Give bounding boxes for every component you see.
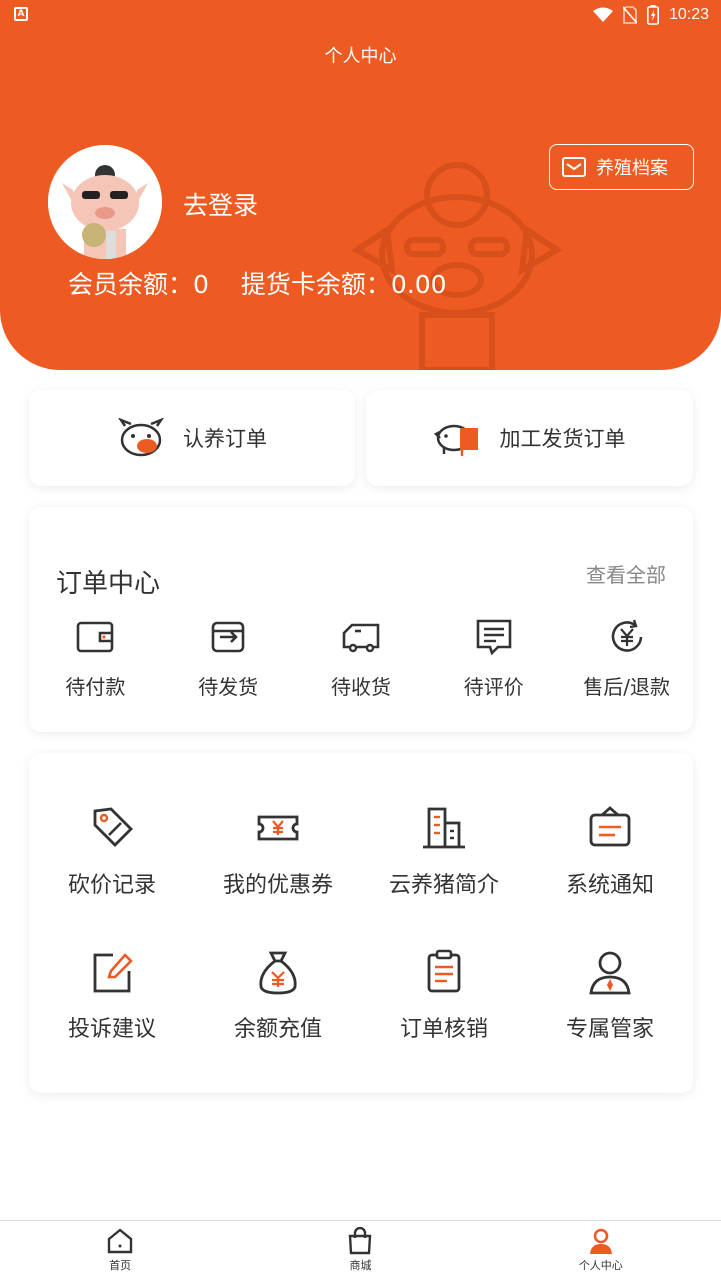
pending-shipment-button[interactable]: 待发货 [162, 615, 295, 700]
user-icon [589, 1228, 612, 1254]
nav-mall[interactable]: 商城 [240, 1221, 480, 1280]
order-status-row: 待付款 待发货 待收货 待评价 售后/退款 [29, 615, 693, 700]
notification-a-icon: A [14, 7, 28, 21]
order-center-title: 订单中心 [56, 569, 161, 599]
complaint-suggestion-label: 投诉建议 [67, 1017, 156, 1042]
my-coupons-label: 我的优惠券 [222, 873, 333, 898]
discount-tag-icon [93, 807, 133, 847]
login-link[interactable]: 去登录 [183, 186, 258, 222]
view-all-orders-link[interactable]: 查看全部 [586, 559, 666, 588]
pending-receipt-label: 待收货 [330, 675, 391, 699]
order-center-card: 订单中心 查看全部 待付款 待发货 待收货 待评价 售后/退款 [29, 507, 693, 732]
refund-yen-icon [611, 619, 642, 652]
clock: 10:23 [668, 6, 709, 23]
processing-shipping-orders-label: 加工发货订单 [499, 427, 626, 451]
profile-header: A 10:23 个人中心 去登录 养殖档案 会员余额：0 提货卡余额：0.00 [0, 0, 721, 370]
truck-icon [342, 623, 380, 653]
adoption-orders-card[interactable]: 认养订单 [29, 390, 355, 486]
nav-home-label: 首页 [109, 1259, 132, 1272]
box-out-icon [211, 621, 245, 653]
pig-avatar-icon [48, 145, 162, 259]
page-title: 个人中心 [324, 46, 397, 67]
cloud-pig-intro-button[interactable]: 云养猪简介 [361, 803, 527, 899]
cloud-pig-intro-label: 云养猪简介 [388, 873, 499, 898]
pending-review-label: 待评价 [463, 675, 524, 699]
edit-icon [93, 953, 133, 993]
butler-icon [589, 951, 631, 995]
bargain-records-button[interactable]: 砍价记录 [29, 803, 195, 899]
building-icon [423, 807, 465, 849]
wallet-icon [77, 621, 114, 653]
pending-shipment-label: 待发货 [198, 675, 259, 699]
status-bar: A 10:23 [0, 0, 721, 30]
after-sales-refund-label: 售后/退款 [583, 675, 670, 699]
breeding-archive-label: 养殖档案 [596, 158, 668, 179]
personal-butler-label: 专属管家 [565, 1017, 654, 1042]
pig-truck-icon [433, 424, 478, 456]
pending-review-button[interactable]: 待评价 [427, 615, 560, 700]
comment-icon [476, 619, 512, 656]
personal-butler-button[interactable]: 专属管家 [527, 947, 693, 1043]
services-grid: 砍价记录 我的优惠券 云养猪简介 系统通知 投诉建议 余额充值 订单核销 专属管… [29, 803, 693, 1043]
services-card: 砍价记录 我的优惠券 云养猪简介 系统通知 投诉建议 余额充值 订单核销 专属管… [29, 753, 693, 1093]
user-avatar[interactable] [48, 145, 162, 259]
processing-shipping-orders-card[interactable]: 加工发货订单 [366, 390, 693, 486]
balance-recharge-label: 余额充值 [233, 1017, 322, 1042]
my-coupons-button[interactable]: 我的优惠券 [195, 803, 361, 899]
nav-profile-label: 个人中心 [578, 1259, 623, 1272]
order-verification-button[interactable]: 订单核销 [361, 947, 527, 1043]
pending-payment-label: 待付款 [65, 675, 126, 699]
complaint-suggestion-button[interactable]: 投诉建议 [29, 947, 195, 1043]
nav-mall-label: 商城 [349, 1259, 372, 1272]
card-balance: 提货卡余额：0.00 [240, 270, 447, 299]
battery-icon [646, 5, 659, 25]
coupon-icon [257, 815, 299, 841]
breeding-archive-button[interactable]: 养殖档案 [549, 144, 694, 190]
notice-bag-icon [589, 806, 631, 847]
after-sales-refund-button[interactable]: 售后/退款 [560, 615, 693, 700]
no-sim-icon [622, 6, 637, 24]
shopping-bag-icon [349, 1227, 372, 1255]
nav-home[interactable]: 首页 [0, 1221, 240, 1280]
nav-profile[interactable]: 个人中心 [481, 1221, 721, 1280]
wifi-icon [592, 7, 613, 22]
system-notice-label: 系统通知 [565, 873, 654, 898]
pig-mascot-watermark [352, 162, 562, 370]
bargain-records-label: 砍价记录 [67, 873, 156, 898]
pending-receipt-button[interactable]: 待收货 [295, 615, 428, 700]
money-bag-icon [259, 951, 297, 995]
balances: 会员余额：0 提货卡余额：0.00 [68, 265, 447, 301]
system-notice-button[interactable]: 系统通知 [527, 803, 693, 899]
home-icon [107, 1228, 133, 1254]
bottom-navigation: 首页 商城 个人中心 [0, 1220, 721, 1280]
adoption-orders-label: 认养订单 [183, 427, 267, 451]
mail-icon [562, 157, 586, 177]
balance-recharge-button[interactable]: 余额充值 [195, 947, 361, 1043]
pending-payment-button[interactable]: 待付款 [29, 615, 162, 700]
pig-face-icon [118, 418, 164, 457]
clipboard-icon [427, 949, 461, 993]
order-verification-label: 订单核销 [399, 1017, 488, 1042]
member-balance: 会员余额：0 [68, 270, 209, 299]
